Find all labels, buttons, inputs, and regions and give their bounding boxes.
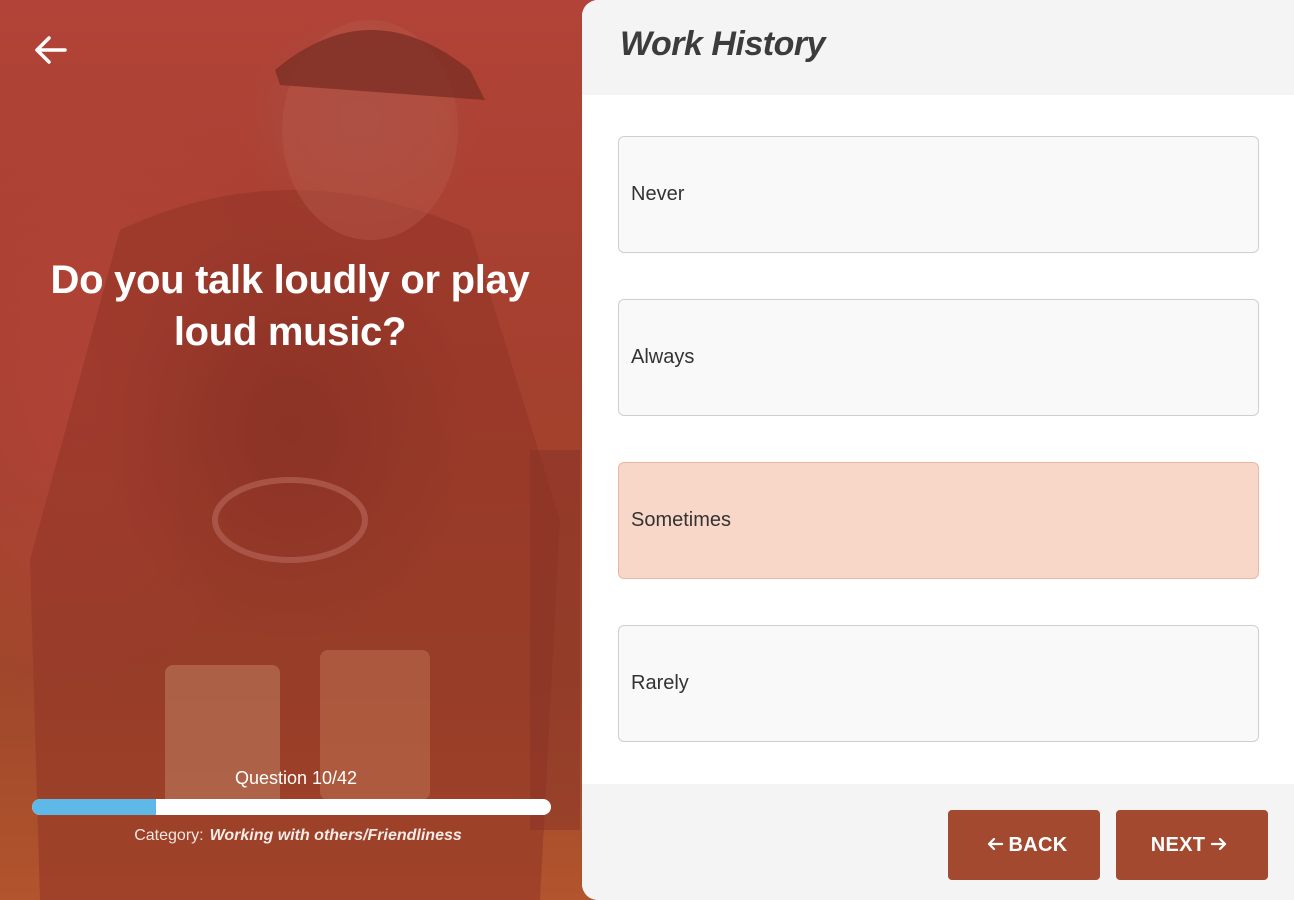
progress-section: Question 10/42 Category: Working with oth…	[32, 768, 552, 845]
section-header: Work History	[582, 0, 1294, 95]
back-button-label: BACK	[1008, 833, 1068, 856]
next-button[interactable]: NEXT	[1116, 810, 1268, 880]
option-label: Sometimes	[631, 509, 732, 531]
option-label: Always	[631, 346, 695, 368]
option-never[interactable]: Never	[618, 136, 1259, 253]
category-label: Category:	[134, 827, 204, 844]
arrow-right-icon	[1211, 834, 1227, 857]
category-value: Working with others/Friendliness	[209, 827, 462, 844]
question-panel: Do you talk loudly or play loud music? Q…	[0, 0, 600, 900]
answer-options: Never Always Sometimes Rarely	[618, 136, 1259, 788]
footer: BACK NEXT	[582, 784, 1294, 900]
option-sometimes[interactable]: Sometimes	[618, 462, 1259, 579]
back-arrow-icon[interactable]	[30, 30, 70, 70]
arrow-left-icon	[987, 834, 1003, 857]
progress-bar-fill	[32, 799, 156, 815]
question-counter: Question 10/42	[234, 768, 358, 788]
option-label: Never	[631, 183, 685, 205]
category-line: Category: Working with others/Friendlines…	[44, 827, 552, 845]
option-always[interactable]: Always	[618, 299, 1259, 416]
option-label: Rarely	[631, 672, 689, 694]
question-text: Do you talk loudly or play loud music?	[50, 258, 530, 354]
back-button[interactable]: BACK	[948, 810, 1100, 880]
option-rarely[interactable]: Rarely	[618, 625, 1259, 742]
progress-bar	[32, 799, 551, 815]
color-overlay	[0, 0, 600, 900]
answer-panel: Work History Never Always Sometimes Rare…	[582, 0, 1294, 900]
next-button-label: NEXT	[1150, 833, 1206, 856]
section-title: Work History	[620, 25, 825, 63]
